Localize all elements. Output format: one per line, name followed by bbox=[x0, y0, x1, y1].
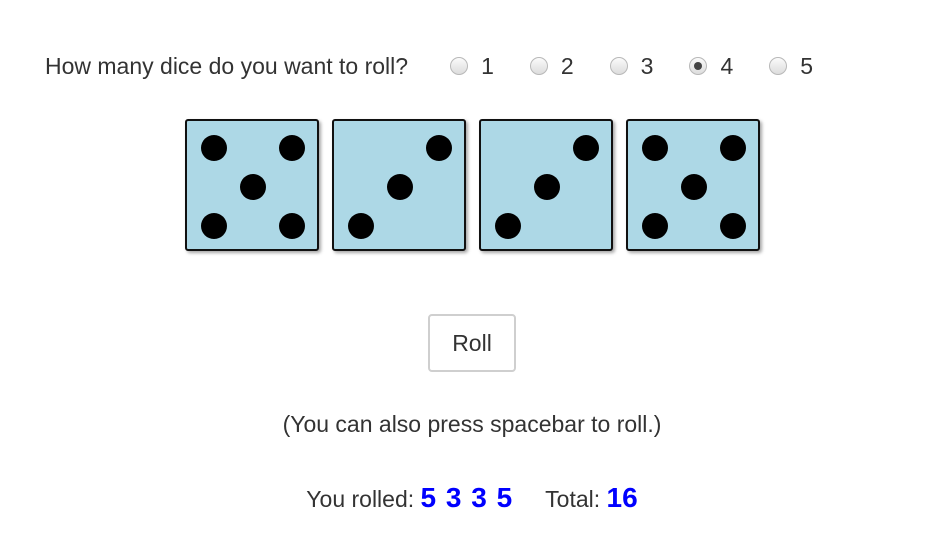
radio-option-3[interactable]: 3 bbox=[609, 53, 654, 80]
rolled-label: You rolled: bbox=[306, 486, 415, 512]
die-pip bbox=[681, 174, 707, 200]
dice-count-selector: How many dice do you want to roll? 1 2 3… bbox=[45, 50, 849, 82]
radio-button-3[interactable] bbox=[609, 57, 628, 75]
total-value: 16 bbox=[606, 482, 638, 513]
die-pip bbox=[642, 135, 668, 161]
spacebar-hint: (You can also press spacebar to roll.) bbox=[282, 411, 662, 437]
radio-option-1[interactable]: 1 bbox=[450, 53, 494, 80]
radio-option-4[interactable]: 4 bbox=[689, 53, 733, 80]
radio-label-4[interactable]: 4 bbox=[720, 53, 733, 80]
radio-label-3[interactable]: 3 bbox=[641, 53, 654, 80]
die-pip bbox=[201, 213, 227, 239]
radio-button-2[interactable] bbox=[529, 57, 548, 75]
die-pip bbox=[279, 135, 305, 161]
die-pip bbox=[642, 213, 668, 239]
radio-label-1[interactable]: 1 bbox=[481, 53, 494, 80]
die-pip bbox=[426, 135, 452, 161]
die-pip bbox=[348, 213, 374, 239]
radio-option-2[interactable]: 2 bbox=[529, 53, 574, 80]
die-pip bbox=[720, 213, 746, 239]
die-pip bbox=[720, 135, 746, 161]
die-pip bbox=[495, 213, 521, 239]
radio-button-5[interactable] bbox=[769, 57, 788, 75]
die-2 bbox=[332, 119, 466, 251]
radio-label-2[interactable]: 2 bbox=[561, 53, 574, 80]
die-1 bbox=[185, 119, 319, 251]
rolled-values: 5 3 3 5 bbox=[420, 482, 514, 513]
die-pip bbox=[279, 213, 305, 239]
radio-button-4[interactable] bbox=[689, 57, 708, 75]
die-3 bbox=[479, 119, 613, 251]
radio-label-5[interactable]: 5 bbox=[800, 53, 813, 80]
roll-button[interactable]: Roll bbox=[428, 314, 516, 372]
die-pip bbox=[573, 135, 599, 161]
die-pip bbox=[387, 174, 413, 200]
question-label: How many dice do you want to roll? bbox=[45, 52, 409, 79]
die-pip bbox=[534, 174, 560, 200]
radio-button-1[interactable] bbox=[450, 57, 469, 75]
die-pip bbox=[201, 135, 227, 161]
dice-row bbox=[185, 119, 773, 251]
result-row: You rolled: 5 3 3 5 Total: 16 bbox=[0, 482, 929, 514]
total-label: Total: bbox=[545, 486, 601, 512]
die-4 bbox=[626, 119, 760, 251]
die-pip bbox=[240, 174, 266, 200]
radio-option-5[interactable]: 5 bbox=[769, 53, 813, 80]
